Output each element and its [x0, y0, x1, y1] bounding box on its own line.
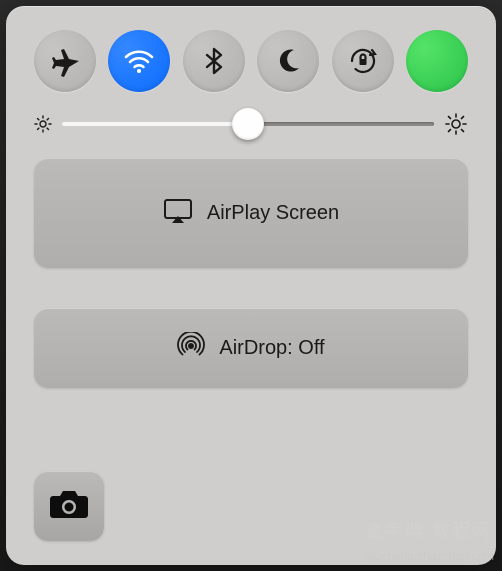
airplay-label: AirPlay Screen [207, 202, 339, 225]
brightness-low-icon [34, 115, 52, 133]
airdrop-button[interactable]: AirDrop: Off [34, 308, 468, 388]
lock-rotate-icon [346, 44, 380, 78]
camera-icon [49, 488, 89, 525]
camera-button[interactable] [34, 471, 104, 541]
airplay-button[interactable]: AirPlay Screen [34, 158, 468, 268]
moon-icon [273, 46, 303, 76]
airdrop-icon [177, 332, 205, 365]
brightness-slider-thumb[interactable] [232, 108, 264, 140]
brightness-high-icon [444, 112, 468, 136]
do-not-disturb-toggle[interactable] [257, 30, 319, 92]
extra-toggle[interactable] [406, 30, 468, 92]
brightness-slider-fill [62, 122, 248, 126]
brightness-slider-row [34, 112, 468, 136]
bluetooth-icon [199, 46, 229, 76]
bluetooth-toggle[interactable] [183, 30, 245, 92]
wifi-icon [121, 43, 157, 79]
brightness-slider[interactable] [62, 122, 434, 126]
airplane-icon [49, 45, 81, 77]
control-center-panel: AirPlay Screen AirDrop: Off [6, 6, 496, 565]
airdrop-label: AirDrop: Off [219, 337, 324, 360]
airplane-mode-toggle[interactable] [34, 30, 96, 92]
wifi-toggle[interactable] [108, 30, 170, 92]
orientation-lock-toggle[interactable] [332, 30, 394, 92]
airplay-icon [163, 198, 193, 229]
toggle-row [34, 30, 468, 92]
